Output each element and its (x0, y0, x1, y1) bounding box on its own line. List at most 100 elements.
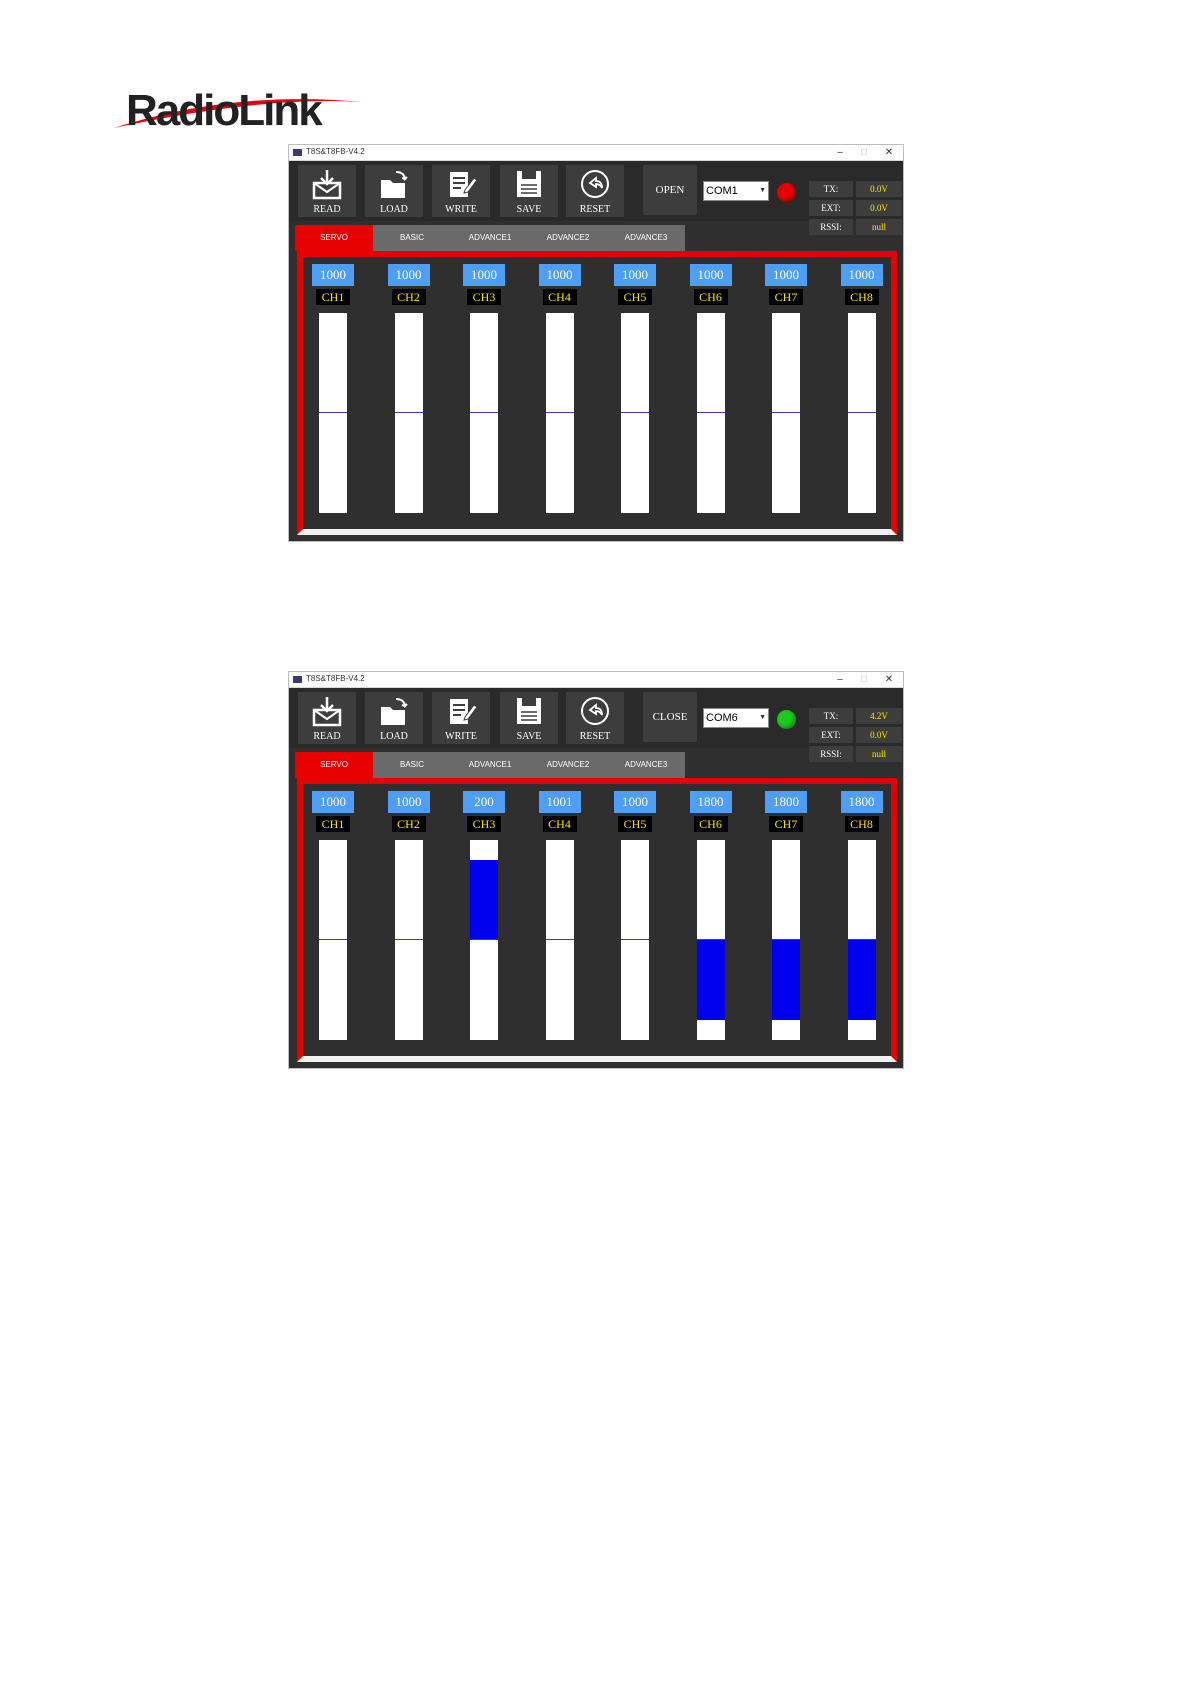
tab-advance2[interactable]: ADVANCE2 (529, 752, 607, 778)
channel-bar (621, 313, 649, 513)
tab-basic[interactable]: BASIC (373, 752, 451, 778)
telemetry-label: TX: (809, 181, 853, 197)
dropdown-arrow-icon[interactable]: ▼ (759, 709, 766, 727)
channel-value: 1000 (312, 264, 354, 286)
channel-name: CH5 (618, 816, 652, 832)
tab-advance3[interactable]: ADVANCE3 (607, 752, 685, 778)
window-title: T8S&T8FB-V4.2 (306, 147, 365, 156)
channel-bar-center-line (621, 939, 649, 940)
load-button-label: LOAD (380, 204, 408, 215)
channel-value: 1000 (614, 264, 656, 286)
channel-name: CH5 (618, 289, 652, 305)
channel-bar-center-line (319, 939, 347, 940)
channel-ch5: 1000 CH5 (609, 784, 661, 1054)
channel-bar (621, 840, 649, 1040)
channel-bar-center-line (319, 412, 347, 413)
title-bar: T8S&T8FB-V4.2 – □ ✕ (289, 672, 903, 688)
dropdown-arrow-icon[interactable]: ▼ (759, 182, 766, 200)
minimize-button[interactable]: – (827, 672, 853, 687)
close-window-button[interactable]: ✕ (876, 672, 902, 687)
channel-ch2: 1000 CH2 (383, 257, 435, 527)
channel-ch6: 1000 CH6 (685, 257, 737, 527)
channel-name: CH2 (391, 816, 426, 832)
connect-button[interactable]: OPEN (643, 165, 697, 215)
channel-value: 1800 (840, 791, 883, 813)
channel-bar (847, 840, 876, 1040)
telemetry-label: EXT: (809, 727, 853, 743)
tab-servo[interactable]: SERVO (295, 752, 373, 778)
channel-name: CH6 (693, 816, 728, 832)
close-window-button[interactable]: ✕ (876, 145, 902, 160)
channel-value: 200 (463, 791, 505, 813)
channel-bar (545, 313, 574, 513)
channel-value: 1001 (538, 791, 581, 813)
channel-ch8: 1800 CH8 (836, 784, 888, 1054)
channel-name: CH1 (316, 289, 350, 305)
channel-name: CH6 (693, 289, 728, 305)
channel-bar-center-line (847, 412, 876, 413)
save-button[interactable]: SAVE (500, 165, 558, 217)
write-button-label: WRITE (445, 204, 477, 215)
load-button-label: LOAD (380, 731, 408, 742)
write-button[interactable]: WRITE (432, 165, 490, 217)
tab-advance1[interactable]: ADVANCE1 (451, 225, 529, 251)
servo-panel: 1000 CH1 1000 CH2 200 CH3 1001 CH4 1000 CH5 1800 CH… (297, 778, 897, 1062)
telemetry-label: EXT: (809, 200, 853, 216)
connect-button[interactable]: CLOSE (643, 692, 697, 742)
channel-bar (394, 313, 423, 513)
com-port-value: COM6 (706, 712, 738, 724)
channel-name: CH1 (316, 816, 350, 832)
channel-value: 1000 (765, 264, 807, 286)
tab-advance3[interactable]: ADVANCE3 (607, 225, 685, 251)
channel-value: 1800 (765, 791, 807, 813)
servo-panel: 1000 CH1 1000 CH2 1000 CH3 1000 CH4 1000 CH5 1000 C… (297, 251, 897, 535)
tab-advance2[interactable]: ADVANCE2 (529, 225, 607, 251)
com-port-value: COM1 (706, 185, 738, 197)
minimize-button[interactable]: – (827, 145, 853, 160)
channel-bar-center-line (772, 939, 800, 940)
app-icon (293, 149, 302, 156)
channel-bar-center-line (545, 412, 574, 413)
config-window-connected: T8S&T8FB-V4.2 – □ ✕ READ LOAD WRITE SAVE RESET CL… (288, 671, 904, 1069)
config-window-disconnected: T8S&T8FB-V4.2 – □ ✕ READ LOAD WRITE SAVE RESET OP… (288, 144, 904, 542)
com-port-select[interactable]: COM1 ▼ (703, 181, 769, 201)
window-title: T8S&T8FB-V4.2 (306, 674, 365, 683)
com-port-select[interactable]: COM6 ▼ (703, 708, 769, 728)
telemetry-value: 0.0V (856, 181, 902, 197)
maximize-button[interactable]: □ (851, 672, 877, 687)
read-button[interactable]: READ (298, 165, 356, 217)
channel-ch4: 1001 CH4 (534, 784, 586, 1054)
channel-ch6: 1800 CH6 (685, 784, 737, 1054)
toolbar: READ LOAD WRITE SAVE RESET CLOSE COM6 ▼ TX: 4.2V E… (289, 688, 903, 762)
load-button[interactable]: LOAD (365, 692, 423, 744)
read-button[interactable]: READ (298, 692, 356, 744)
channel-value: 1000 (614, 791, 656, 813)
reset-button[interactable]: RESET (566, 165, 624, 217)
channel-value: 1000 (538, 264, 581, 286)
channel-bar (772, 313, 800, 513)
channel-value: 1000 (689, 264, 732, 286)
channel-bar-center-line (696, 939, 725, 940)
maximize-button[interactable]: □ (851, 145, 877, 160)
radiolink-logo: RadioLink (112, 80, 392, 140)
read-button-label: READ (313, 731, 341, 742)
reset-button[interactable]: RESET (566, 692, 624, 744)
write-button[interactable]: WRITE (432, 692, 490, 744)
channel-ch2: 1000 CH2 (383, 784, 435, 1054)
channel-ch5: 1000 CH5 (609, 257, 661, 527)
logo-text: RadioLink (126, 86, 323, 135)
tab-servo[interactable]: SERVO (295, 225, 373, 251)
channel-bar-fill (470, 860, 498, 940)
save-button-label: SAVE (516, 731, 542, 742)
channel-ch4: 1000 CH4 (534, 257, 586, 527)
channel-value: 1000 (387, 264, 430, 286)
channel-name: CH3 (467, 816, 501, 832)
load-button[interactable]: LOAD (365, 165, 423, 217)
connection-status-led (777, 710, 796, 729)
save-button[interactable]: SAVE (500, 692, 558, 744)
channel-bar-center-line (696, 412, 725, 413)
tab-advance1[interactable]: ADVANCE1 (451, 752, 529, 778)
channel-bar (394, 840, 423, 1040)
channel-bar (696, 313, 725, 513)
tab-basic[interactable]: BASIC (373, 225, 451, 251)
